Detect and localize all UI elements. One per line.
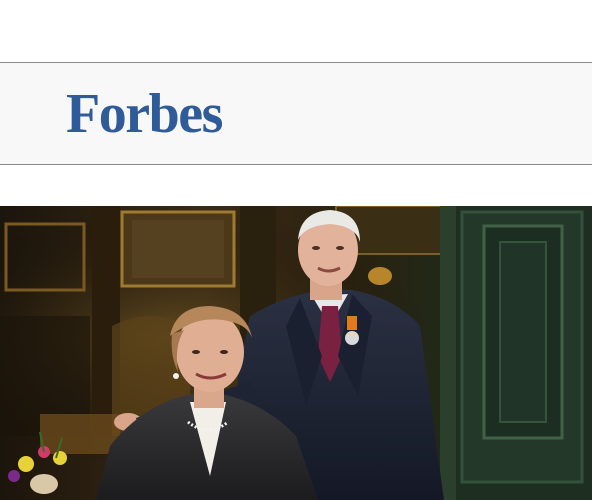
article-hero-photo: [0, 206, 592, 500]
page: Forbes: [0, 0, 592, 500]
portrait-photo: [0, 206, 592, 500]
forbes-logo[interactable]: Forbes: [66, 82, 223, 146]
